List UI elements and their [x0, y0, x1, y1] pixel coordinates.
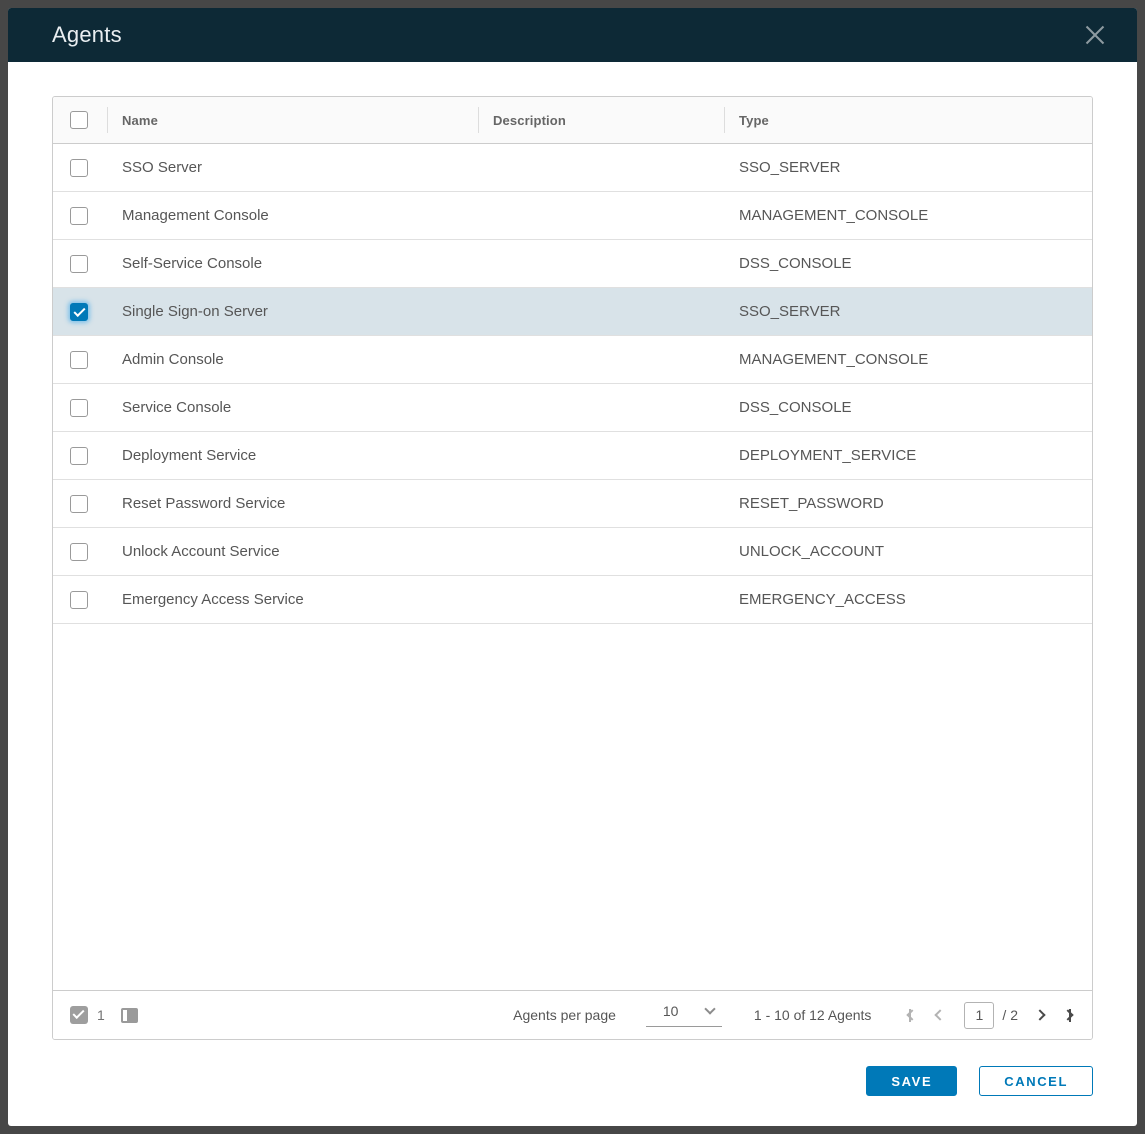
close-button[interactable]	[1081, 21, 1109, 49]
agent-type: RESET_PASSWORD	[724, 480, 1092, 527]
selected-items-icon	[70, 1006, 88, 1024]
agent-name: Reset Password Service	[107, 480, 478, 527]
last-page-icon	[1062, 1009, 1073, 1020]
table-row[interactable]: SSO Server SSO_SERVER	[53, 144, 1092, 192]
action-bar: SAVE CANCEL	[52, 1066, 1093, 1096]
agent-type: DSS_CONSOLE	[724, 384, 1092, 431]
first-page-button[interactable]	[905, 1005, 920, 1026]
cancel-button[interactable]: CANCEL	[979, 1066, 1093, 1096]
row-checkbox-cell	[53, 288, 107, 335]
row-checkbox-cell	[53, 240, 107, 287]
agent-name: SSO Server	[107, 144, 478, 191]
row-checkbox[interactable]	[70, 159, 88, 177]
select-all-cell	[53, 97, 107, 143]
agent-description	[478, 336, 724, 383]
agent-name: Emergency Access Service	[107, 576, 478, 623]
agent-name: Deployment Service	[107, 432, 478, 479]
table-row[interactable]: Reset Password Service RESET_PASSWORD	[53, 480, 1092, 528]
row-checkbox[interactable]	[70, 495, 88, 513]
prev-page-button[interactable]	[932, 1007, 948, 1023]
close-icon	[1081, 21, 1109, 49]
column-header-type: Type	[724, 97, 1092, 143]
agent-name: Self-Service Console	[107, 240, 478, 287]
page-input[interactable]	[964, 1002, 994, 1029]
table-header-row: Name Description Type	[53, 97, 1092, 144]
table-row[interactable]: Management Console MANAGEMENT_CONSOLE	[53, 192, 1092, 240]
row-checkbox[interactable]	[70, 399, 88, 417]
agent-name: Management Console	[107, 192, 478, 239]
row-checkbox-cell	[53, 576, 107, 623]
modal-header: Agents	[8, 8, 1137, 62]
row-checkbox[interactable]	[70, 351, 88, 369]
agent-description	[478, 576, 724, 623]
agent-type: MANAGEMENT_CONSOLE	[724, 336, 1092, 383]
row-checkbox-cell	[53, 432, 107, 479]
modal-body: Name Description Type SSO Server SSO_SER…	[8, 62, 1137, 1126]
agent-name: Admin Console	[107, 336, 478, 383]
page-size-select[interactable]: 10	[646, 1003, 722, 1027]
selected-count: 1	[97, 1007, 105, 1023]
table-row[interactable]: Service Console DSS_CONSOLE	[53, 384, 1092, 432]
column-picker-icon[interactable]	[121, 1008, 138, 1023]
row-checkbox[interactable]	[70, 591, 88, 609]
table-row[interactable]: Single Sign-on Server SSO_SERVER	[53, 288, 1092, 336]
row-checkbox-cell	[53, 336, 107, 383]
agent-description	[478, 240, 724, 287]
select-all-checkbox[interactable]	[70, 111, 88, 129]
table-row[interactable]: Admin Console MANAGEMENT_CONSOLE	[53, 336, 1092, 384]
agent-description	[478, 432, 724, 479]
chevron-down-icon	[704, 1003, 715, 1014]
next-page-button[interactable]	[1032, 1007, 1048, 1023]
table-row[interactable]: Emergency Access Service EMERGENCY_ACCES…	[53, 576, 1092, 624]
agent-type: MANAGEMENT_CONSOLE	[724, 192, 1092, 239]
page-title: Agents	[52, 22, 122, 48]
agent-description	[478, 144, 724, 191]
column-header-description: Description	[478, 97, 724, 143]
table-row[interactable]: Self-Service Console DSS_CONSOLE	[53, 240, 1092, 288]
agent-type: EMERGENCY_ACCESS	[724, 576, 1092, 623]
row-checkbox[interactable]	[70, 447, 88, 465]
per-page-label: Agents per page	[513, 1007, 616, 1023]
agent-description	[478, 384, 724, 431]
row-checkbox-cell	[53, 192, 107, 239]
agent-description	[478, 192, 724, 239]
table-row[interactable]: Unlock Account Service UNLOCK_ACCOUNT	[53, 528, 1092, 576]
row-checkbox[interactable]	[70, 255, 88, 273]
per-page-value: 10	[663, 1003, 679, 1019]
page-total-text: / 2	[1002, 1007, 1018, 1023]
table-empty-area	[53, 624, 1092, 990]
agents-datagrid: Name Description Type SSO Server SSO_SER…	[52, 96, 1093, 1040]
next-page-icon	[1034, 1009, 1045, 1020]
row-checkbox-cell	[53, 384, 107, 431]
row-checkbox[interactable]	[70, 303, 88, 321]
agent-type: UNLOCK_ACCOUNT	[724, 528, 1092, 575]
agent-description	[478, 288, 724, 335]
agent-name: Unlock Account Service	[107, 528, 478, 575]
row-checkbox-cell	[53, 528, 107, 575]
row-checkbox-cell	[53, 480, 107, 527]
table-body: SSO Server SSO_SERVER Management Console…	[53, 144, 1092, 624]
datagrid-footer: 1 Agents per page 10 1 - 10 of 12 Agents…	[53, 990, 1092, 1039]
row-checkbox[interactable]	[70, 543, 88, 561]
column-header-name: Name	[107, 97, 478, 143]
agent-type: DSS_CONSOLE	[724, 240, 1092, 287]
agents-modal: Agents Name Description Type SSO Server …	[8, 8, 1137, 1126]
row-checkbox-cell	[53, 144, 107, 191]
agent-type: SSO_SERVER	[724, 144, 1092, 191]
last-page-button[interactable]	[1060, 1005, 1075, 1026]
agent-type: DEPLOYMENT_SERVICE	[724, 432, 1092, 479]
agent-name: Service Console	[107, 384, 478, 431]
agent-type: SSO_SERVER	[724, 288, 1092, 335]
page-range-text: 1 - 10 of 12 Agents	[754, 1007, 872, 1023]
save-button[interactable]: SAVE	[866, 1066, 957, 1096]
table-row[interactable]: Deployment Service DEPLOYMENT_SERVICE	[53, 432, 1092, 480]
agent-description	[478, 528, 724, 575]
agent-name: Single Sign-on Server	[107, 288, 478, 335]
agent-description	[478, 480, 724, 527]
prev-page-icon	[935, 1009, 946, 1020]
row-checkbox[interactable]	[70, 207, 88, 225]
